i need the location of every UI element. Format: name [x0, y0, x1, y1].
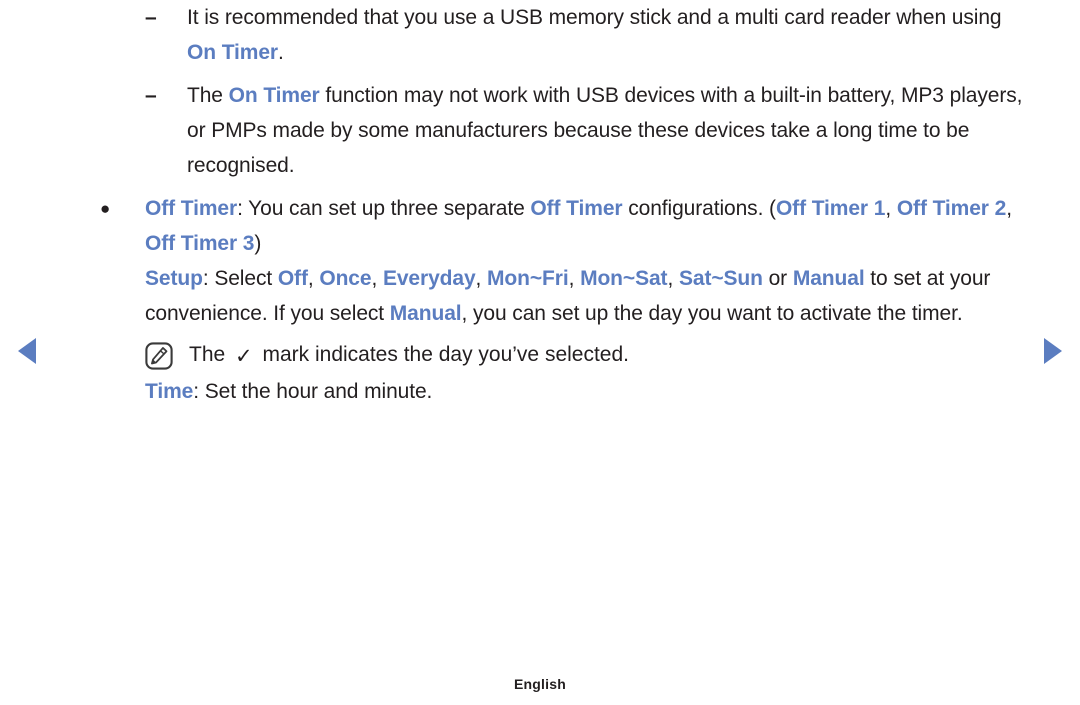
- highlighted-term: Time: [145, 380, 194, 403]
- text-run: ,: [885, 197, 897, 220]
- highlighted-term: Off Timer: [530, 197, 623, 220]
- highlighted-term: Sat~Sun: [678, 267, 763, 290]
- footer-language: English: [514, 676, 566, 692]
- triangle-left-icon[interactable]: [18, 338, 36, 364]
- text-run: The: [187, 84, 229, 107]
- list-item: ● Off Timer: You can set up three separa…: [100, 191, 1035, 261]
- highlighted-term: Mon~Sat: [580, 267, 668, 290]
- highlighted-term: Off Timer 3: [145, 232, 255, 255]
- manual-page: – It is recommended that you use a USB m…: [0, 0, 1080, 705]
- text-run: mark indicates the day you’ve selected.: [256, 343, 630, 366]
- list-item: Setup: Select Off, Once, Everyday, Mon~F…: [100, 261, 1035, 331]
- time-line: Time: Set the hour and minute.: [145, 374, 1035, 409]
- text-run: ,: [568, 267, 581, 290]
- list-item-text: The On Timer function may not work with …: [187, 78, 1032, 183]
- text-run: ,: [475, 267, 488, 290]
- triangle-right-icon[interactable]: [1044, 338, 1062, 364]
- list-item: – The On Timer function may not work wit…: [145, 78, 1035, 183]
- text-run: ,: [667, 267, 679, 290]
- text-run: : You can set up three separate: [237, 197, 531, 220]
- note-text: The ✓ mark indicates the day you’ve sele…: [189, 337, 1035, 374]
- list-item-text: It is recommended that you use a USB mem…: [187, 0, 1032, 70]
- list-item: – It is recommended that you use a USB m…: [145, 0, 1035, 70]
- highlighted-term: Once: [319, 267, 372, 290]
- highlighted-term: Off: [277, 267, 308, 290]
- text-run: configurations. (: [622, 197, 776, 220]
- text-run: , you can set up the day you want to act…: [461, 302, 963, 325]
- list-item-text: Setup: Select Off, Once, Everyday, Mon~F…: [145, 261, 1035, 331]
- dash-bullet-icon: –: [145, 84, 157, 107]
- text-run: ,: [307, 267, 320, 290]
- highlighted-term: Off Timer: [145, 197, 238, 220]
- note-block: The ✓ mark indicates the day you’ve sele…: [145, 337, 1035, 374]
- highlighted-term: Manual: [792, 267, 865, 290]
- text-run: : Select: [202, 267, 278, 290]
- text-run: ,: [371, 267, 383, 290]
- note-pencil-icon: [145, 342, 173, 370]
- round-bullet-icon: ●: [100, 199, 111, 218]
- text-run: or: [762, 267, 793, 290]
- highlighted-term: Manual: [389, 302, 462, 325]
- highlighted-term: Off Timer 2: [896, 197, 1007, 220]
- highlighted-term: On Timer: [228, 84, 320, 107]
- text-run: The: [189, 343, 232, 366]
- highlighted-term: Setup: [145, 267, 203, 290]
- time-line-text: Time: Set the hour and minute.: [145, 374, 1035, 409]
- highlighted-term: On Timer: [187, 41, 279, 64]
- highlighted-term: Mon~Fri: [487, 267, 569, 290]
- dash-bullet-icon: –: [145, 6, 157, 29]
- page-content: – It is recommended that you use a USB m…: [100, 0, 1035, 409]
- text-run: It is recommended that you use a USB mem…: [187, 6, 1002, 29]
- text-run: .: [278, 41, 284, 64]
- text-run: ): [254, 232, 262, 255]
- check-mark-icon: ✓: [235, 345, 253, 368]
- list-item-text: Off Timer: You can set up three separate…: [145, 191, 1035, 261]
- highlighted-term: Off Timer 1: [775, 197, 886, 220]
- highlighted-term: Everyday: [382, 267, 476, 290]
- text-run: : Set the hour and minute.: [193, 380, 433, 403]
- text-run: ,: [1006, 197, 1012, 220]
